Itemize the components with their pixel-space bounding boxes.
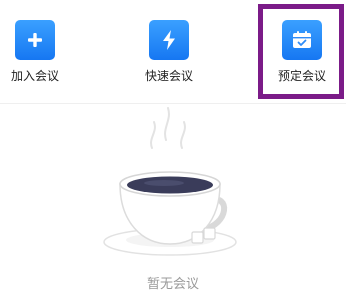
schedule-meeting-button[interactable]: 预定会议	[262, 0, 342, 100]
join-meeting-label: 加入会议	[10, 69, 59, 83]
quick-meeting-button[interactable]: 快速会议	[129, 0, 209, 100]
schedule-meeting-label: 预定会议	[277, 69, 326, 83]
meetings-panel: 加入会议 快速会议 预定会议 暂无会议	[0, 0, 346, 302]
plus-icon	[15, 20, 55, 60]
empty-state-text: 暂无会议	[146, 277, 199, 292]
calendar-check-icon	[282, 20, 322, 60]
quick-meeting-label: 快速会议	[144, 69, 193, 83]
meeting-actions-bar: 加入会议 快速会议 预定会议	[0, 0, 346, 104]
join-meeting-button[interactable]: 加入会议	[0, 0, 75, 100]
lightning-icon	[149, 20, 189, 60]
coffee-cup-illustration	[96, 104, 246, 264]
